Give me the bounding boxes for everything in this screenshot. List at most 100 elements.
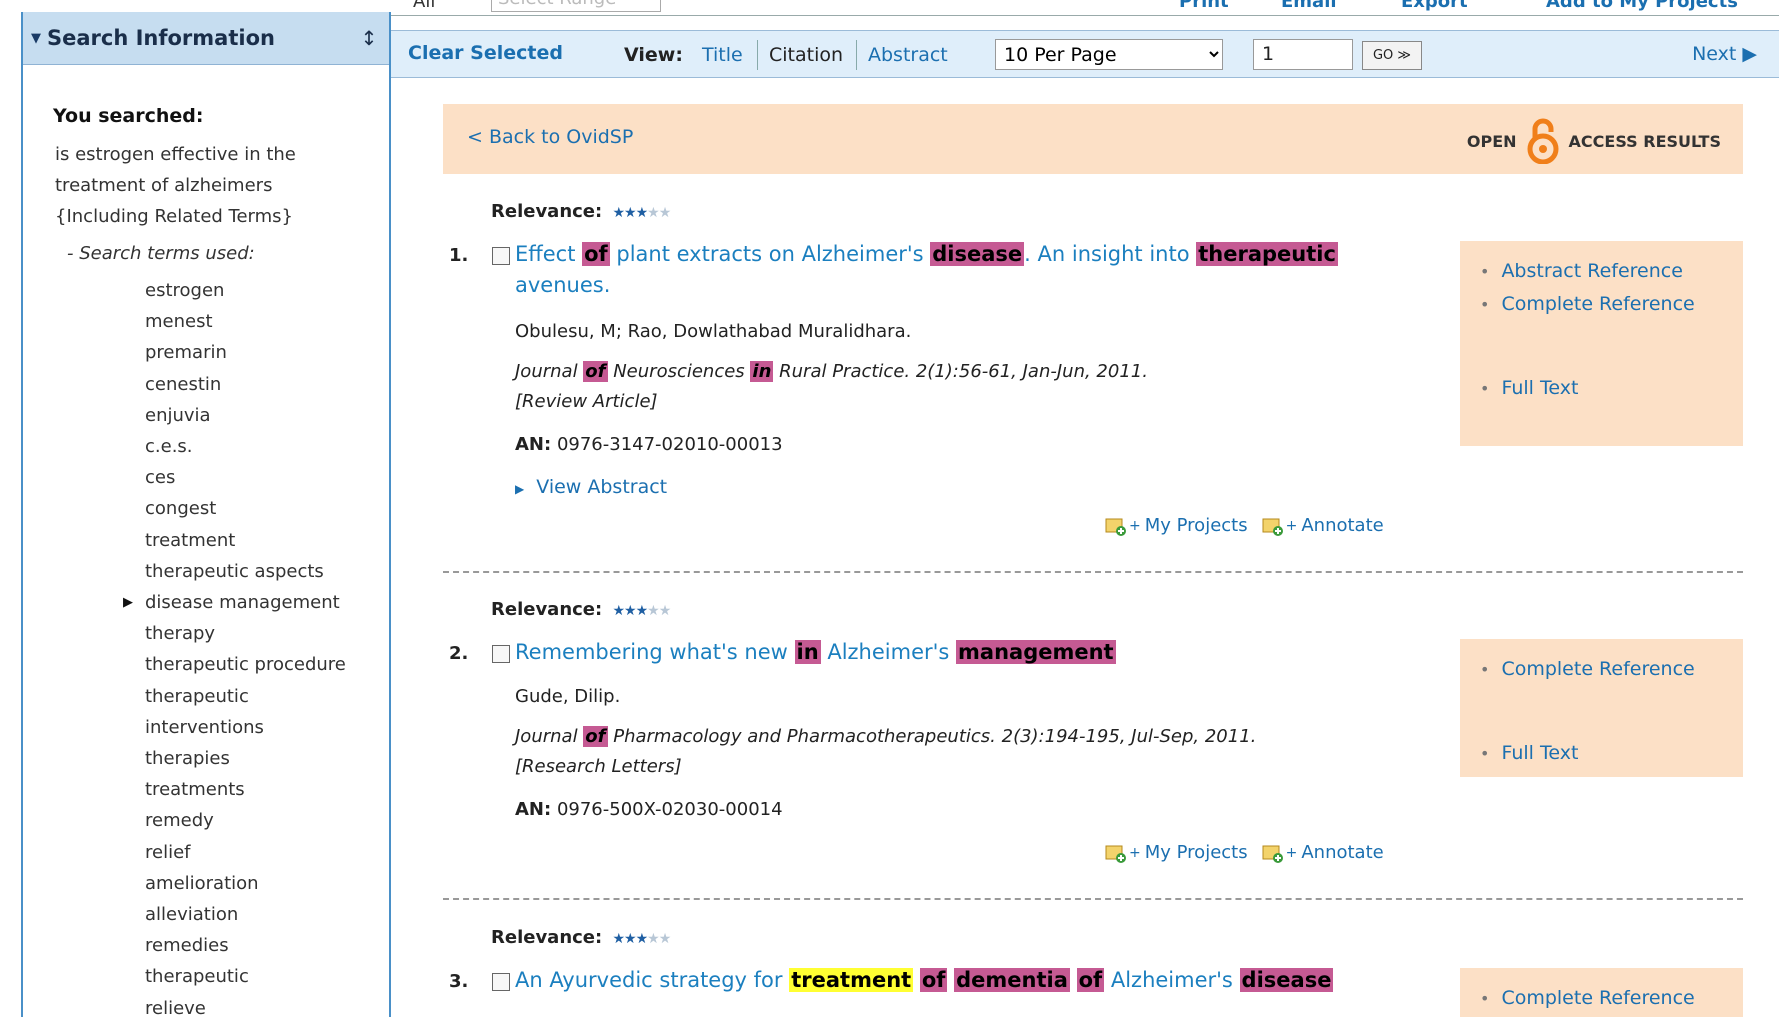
my-projects-link[interactable]: My Projects [1145, 842, 1248, 863]
link-label: Full Text [1501, 377, 1579, 399]
search-term: alleviation [145, 904, 239, 926]
select-record-checkbox[interactable] [492, 247, 510, 265]
annotate-icon[interactable] [1262, 843, 1284, 863]
annotate-icon[interactable] [1262, 516, 1284, 536]
text-run: Alzheimer's [820, 640, 957, 664]
relevance-label: Relevance: [491, 599, 603, 620]
view-label: View: [624, 44, 683, 66]
record-authors: Gude, Dilip. [515, 686, 621, 707]
search-term-expandable[interactable]: ▶ disease management [53, 587, 389, 618]
record-actions: + My Projects + Annotate [1105, 515, 1398, 536]
top-action-strip: All Select Range Print Email Export Add … [391, 0, 1779, 16]
record-divider [443, 571, 1743, 573]
bullet-icon: • [1480, 744, 1490, 763]
resize-icon[interactable]: ↕ [357, 26, 381, 50]
email-link[interactable]: Email [1281, 0, 1337, 12]
search-term-highlight: dementia [954, 968, 1070, 992]
query-text-line: {Including Related Terms} [55, 206, 293, 227]
record-title[interactable]: An Ayurvedic strategy for treatment of d… [515, 965, 1395, 996]
record-title[interactable]: Remembering what's new in Alzheimer's ma… [515, 637, 1395, 668]
view-abstract-link[interactable]: Abstract [868, 44, 948, 66]
record-links-box: • Complete Reference • Full Text [1460, 639, 1743, 777]
next-page-link[interactable]: Next ▶ [1692, 43, 1757, 65]
go-button[interactable]: GO ≫ [1362, 41, 1422, 70]
add-to-projects-link[interactable]: Add to My Projects [1546, 0, 1738, 12]
search-term: therapy [145, 623, 216, 645]
search-information-header[interactable]: ▼ Search Information ↕ [23, 12, 389, 65]
my-projects-icon[interactable] [1105, 843, 1127, 863]
complete-reference-link[interactable]: • Complete Reference [1480, 288, 1743, 321]
separator [856, 40, 857, 70]
export-link[interactable]: Export [1401, 0, 1468, 12]
view-abstract-toggle[interactable]: ▶ View Abstract [515, 476, 667, 498]
annotate-link[interactable]: Annotate [1301, 842, 1383, 863]
an-label: AN: [515, 799, 552, 820]
record-journal: Journal of Neurosciences in Rural Practi… [515, 356, 1148, 387]
record-links-box: • Complete Reference [1460, 968, 1743, 1017]
my-projects-icon[interactable] [1105, 516, 1127, 536]
full-text-link[interactable]: • Full Text [1480, 737, 1743, 770]
my-projects-link[interactable]: My Projects [1145, 515, 1248, 536]
text-run: Rural Practice. 2(1):56-61, Jan-Jun, 201… [773, 361, 1148, 382]
record-title[interactable]: Effect of plant extracts on Alzheimer's … [515, 239, 1395, 301]
clear-selected-link[interactable]: Clear Selected [408, 42, 563, 64]
query-text-line: is estrogen effective in the [55, 144, 296, 165]
per-page-select[interactable]: 10 Per Page [995, 39, 1223, 70]
page-number-input[interactable]: 1 [1253, 39, 1353, 70]
search-term: relief [145, 841, 191, 863]
link-label: Complete Reference [1501, 293, 1695, 315]
print-link[interactable]: Print [1179, 0, 1229, 12]
text-run [1070, 968, 1077, 992]
open-access-lock-icon [1527, 118, 1559, 164]
complete-reference-link[interactable]: • Complete Reference [1480, 982, 1743, 1015]
record-journal: Journal of Pharmacology and Pharmacother… [515, 721, 1256, 752]
view-title-link[interactable]: Title [702, 44, 743, 66]
select-all-label[interactable]: All [413, 0, 435, 12]
expand-arrow-icon[interactable]: ▶ [123, 587, 133, 618]
search-term-highlight: of [583, 726, 608, 747]
bullet-icon: • [1480, 379, 1490, 398]
open-label: OPEN [1466, 131, 1517, 151]
plus-icon: + [1129, 517, 1141, 534]
text-run: Journal [515, 361, 584, 382]
select-record-checkbox[interactable] [492, 973, 510, 991]
search-term: remedies [145, 935, 229, 957]
access-results-label: ACCESS RESULTS [1568, 131, 1721, 151]
link-spacer [1480, 321, 1743, 372]
select-record-checkbox[interactable] [492, 645, 510, 663]
an-value: 0976-3147-02010-00013 [556, 434, 783, 455]
collapse-triangle-icon[interactable]: ▼ [31, 31, 41, 46]
text-run: Pharmacology and Pharmacotherapeutics. 2… [607, 726, 1257, 747]
record-divider [443, 898, 1743, 900]
you-searched-label: You searched: [53, 105, 204, 127]
search-term: menest [145, 311, 213, 333]
separator [757, 40, 758, 70]
relevance-row: Relevance: ★★★★★ [491, 599, 671, 620]
search-term-highlight: disease [930, 242, 1025, 266]
back-to-ovidsp-link[interactable]: < Back to OvidSP [467, 126, 633, 148]
plus-icon: + [1129, 844, 1141, 861]
search-term-highlight: disease [1239, 968, 1334, 992]
full-text-link[interactable]: • Full Text [1480, 372, 1743, 405]
relevance-label: Relevance: [491, 927, 603, 948]
search-term: cenestin [145, 373, 222, 395]
search-term: estrogen [145, 280, 225, 301]
select-range-input[interactable]: Select Range [491, 0, 661, 12]
accession-number: AN: 0976-500X-02030-00014 [515, 799, 783, 820]
text-run: plant extracts on Alzheimer's [609, 242, 931, 266]
relevance-row: Relevance: ★★★★★ [491, 201, 672, 222]
complete-reference-link[interactable]: • Complete Reference [1480, 653, 1743, 686]
search-term: therapeutic [145, 685, 249, 707]
search-term: treatments [145, 779, 245, 801]
search-information-panel: ▼ Search Information ↕ You searched: is … [21, 12, 391, 1017]
relevance-stars: ★★★★★ [612, 205, 672, 221]
link-label: Abstract Reference [1501, 260, 1683, 282]
search-term: congest [145, 498, 217, 520]
abstract-reference-link[interactable]: • Abstract Reference [1480, 255, 1743, 288]
search-term-highlight: of [583, 361, 608, 382]
text-run: Journal [515, 726, 584, 747]
annotate-link[interactable]: Annotate [1301, 515, 1383, 536]
view-citation-link[interactable]: Citation [769, 44, 843, 66]
search-term: c.e.s. [145, 436, 193, 458]
text-run: Neurosciences [607, 361, 751, 382]
